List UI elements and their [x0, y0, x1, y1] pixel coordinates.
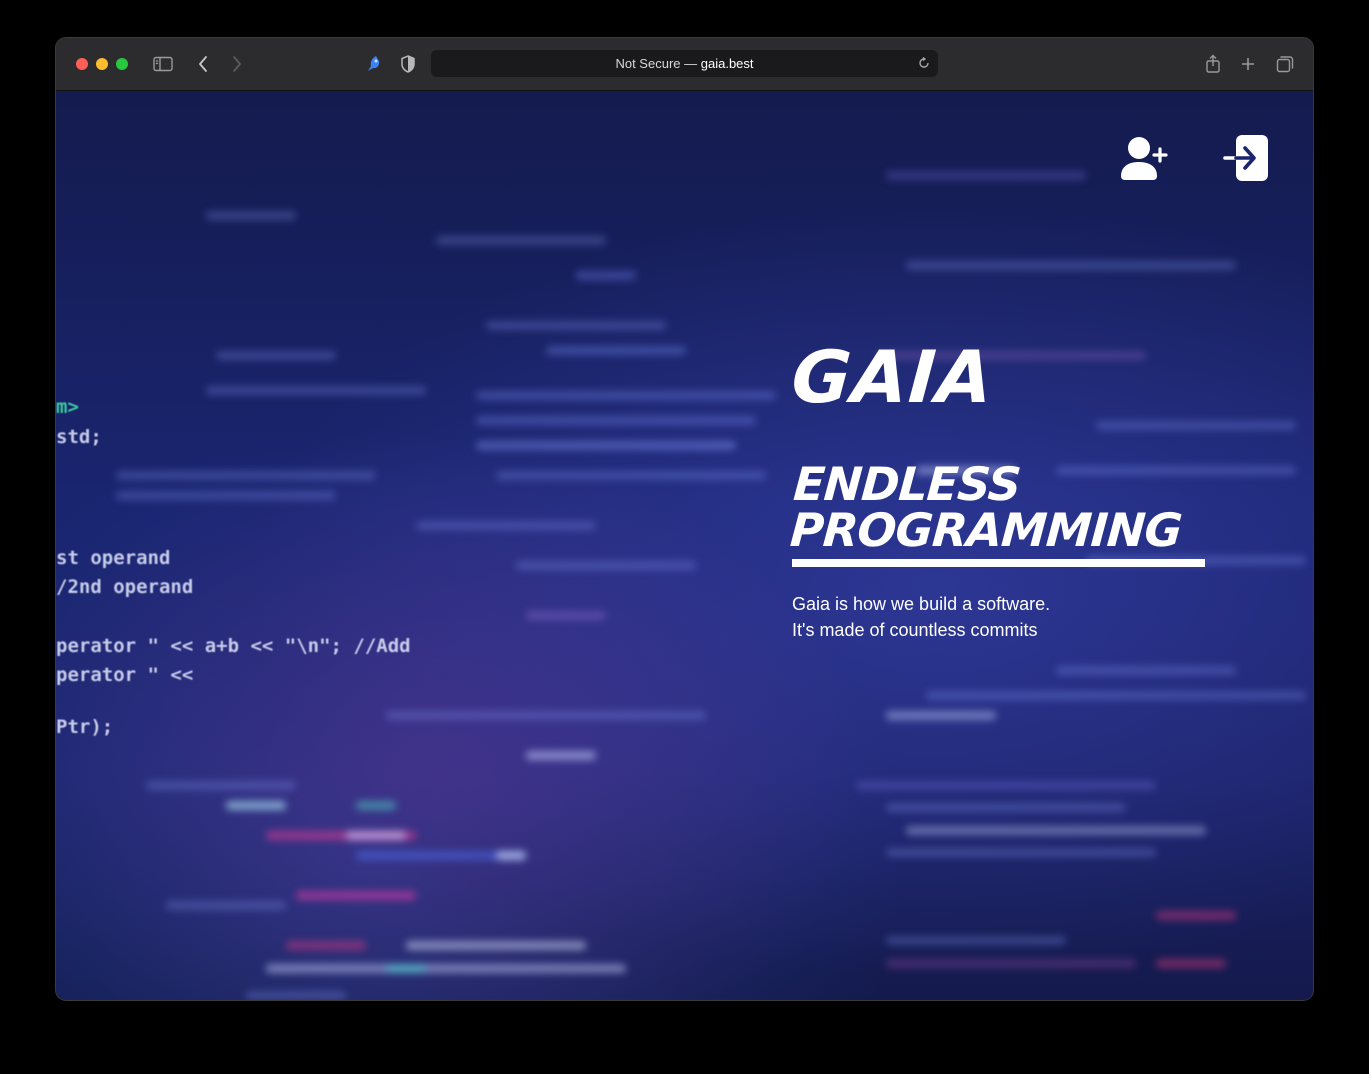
- hero: GAIA ENDLESS PROGRAMMING Gaia is how we …: [788, 335, 1215, 643]
- background-code-line: st operand: [56, 547, 171, 569]
- browser-toolbar: Not Secure — gaia.best: [56, 38, 1313, 91]
- url-prefix: Not Secure —: [615, 56, 698, 71]
- background-code-line: perator " << a+b << "\n"; //Add: [56, 635, 411, 657]
- login-icon[interactable]: [1223, 134, 1269, 187]
- share-icon[interactable]: [1201, 52, 1225, 76]
- description-line-2: It's made of countless commits: [792, 620, 1038, 640]
- page-content: m> std; st operand /2nd operand perator …: [56, 91, 1313, 1000]
- extension-icon[interactable]: [362, 52, 386, 76]
- background-code-line: /2nd operand: [56, 576, 194, 598]
- background-code-line: perator " <<: [56, 664, 194, 686]
- chevron-right-icon[interactable]: [225, 52, 249, 76]
- background-code-line: std;: [56, 426, 102, 448]
- background-code-line: Ptr);: [56, 716, 114, 738]
- add-user-icon[interactable]: [1120, 135, 1168, 186]
- site-title: GAIA: [789, 335, 997, 419]
- sidebar-icon[interactable]: [151, 52, 175, 76]
- plus-icon[interactable]: [1236, 52, 1260, 76]
- description-line-1: Gaia is how we build a software.: [792, 594, 1051, 614]
- reload-icon[interactable]: [916, 55, 932, 71]
- tagline: ENDLESS PROGRAMMING: [788, 457, 1215, 557]
- header-actions: [1120, 134, 1269, 187]
- zoom-window-button[interactable]: [116, 58, 128, 70]
- close-window-button[interactable]: [76, 58, 88, 70]
- chevron-left-icon[interactable]: [191, 52, 215, 76]
- browser-window: Not Secure — gaia.best m> std; st operan…: [56, 38, 1313, 1000]
- hero-description: Gaia is how we build a software. It's ma…: [792, 591, 1212, 643]
- url-domain: gaia.best: [700, 56, 754, 71]
- shield-icon[interactable]: [396, 52, 420, 76]
- tagline-line-1: ENDLESS: [791, 457, 1022, 511]
- tagline-line-2: PROGRAMMING: [788, 503, 1184, 557]
- address-bar[interactable]: Not Secure — gaia.best: [431, 50, 938, 77]
- minimize-window-button[interactable]: [96, 58, 108, 70]
- tagline-underline: [792, 559, 1205, 567]
- background-code-line: m>: [56, 396, 79, 418]
- tabs-overview-icon[interactable]: [1273, 52, 1297, 76]
